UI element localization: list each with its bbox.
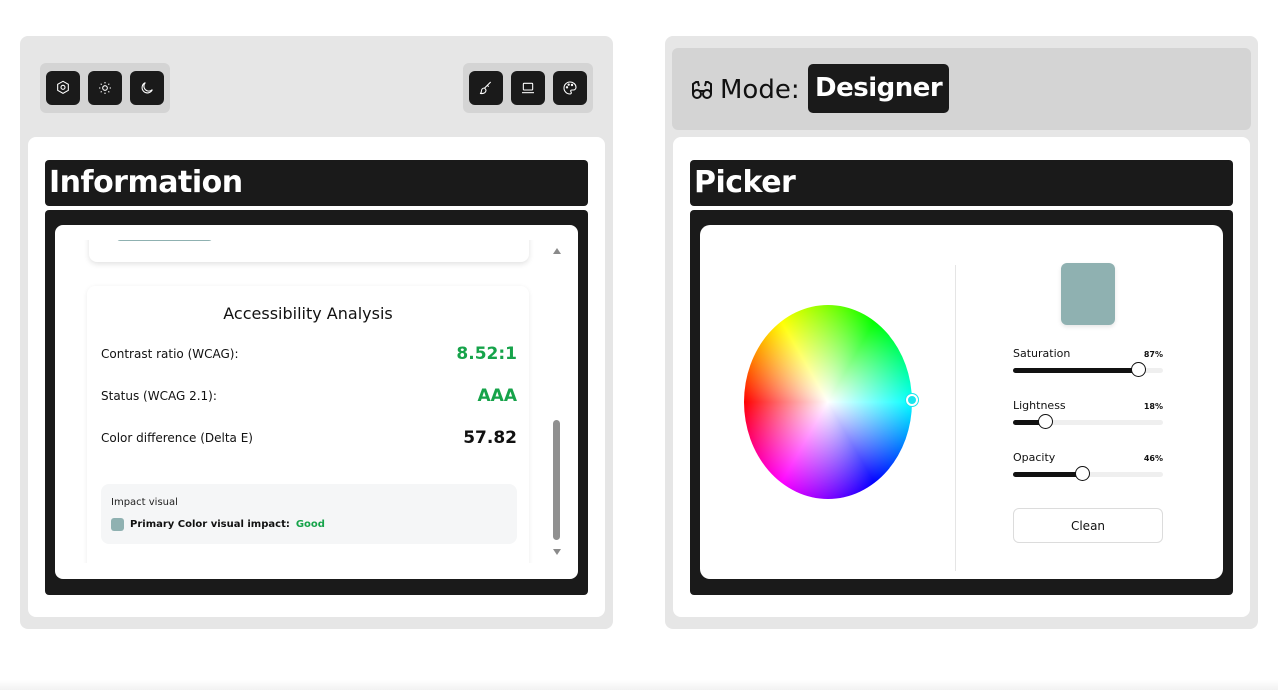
accessibility-title: Accessibility Analysis bbox=[223, 304, 393, 323]
lightness-slider: Lightness 18% bbox=[1013, 399, 1163, 429]
color-wheel-handle[interactable] bbox=[906, 394, 918, 406]
impact-label: Primary Color visual impact: bbox=[130, 519, 290, 530]
impact-box: Impact visual Primary Color visual impac… bbox=[101, 484, 517, 544]
sun-icon bbox=[99, 82, 111, 94]
saturation-track[interactable] bbox=[1013, 362, 1163, 377]
mode-label-group: Mode: bbox=[690, 75, 800, 105]
scroll-down-icon[interactable] bbox=[553, 549, 561, 555]
opacity-value: 46% bbox=[1143, 454, 1163, 463]
laptop-icon bbox=[522, 82, 534, 94]
picker-card: Picker Saturation 87% Lightness 18% Opac… bbox=[673, 137, 1250, 617]
information-card: Information Accessibility Analysis Contr… bbox=[28, 137, 605, 617]
palette-icon bbox=[563, 81, 577, 95]
saturation-label: Saturation bbox=[1013, 347, 1071, 360]
settings-button[interactable] bbox=[46, 71, 80, 105]
light-mode-button[interactable] bbox=[88, 71, 122, 105]
theme-toolbar bbox=[40, 63, 170, 113]
information-frame: Accessibility Analysis Contrast ratio (W… bbox=[45, 210, 588, 595]
opacity-fill bbox=[1013, 472, 1082, 477]
scroll-up-icon[interactable] bbox=[553, 248, 561, 254]
wcag-status-row: Status (WCAG 2.1): AAA bbox=[101, 386, 517, 406]
binoculars-icon bbox=[692, 81, 712, 99]
dark-mode-button[interactable] bbox=[130, 71, 164, 105]
information-title: Information bbox=[45, 160, 588, 206]
vertical-divider bbox=[955, 265, 956, 571]
page-bottom-edge bbox=[0, 680, 1278, 690]
accessibility-card: Accessibility Analysis Contrast ratio (W… bbox=[87, 286, 529, 563]
opacity-slider: Opacity 46% bbox=[1013, 451, 1163, 481]
page: Information Accessibility Analysis Contr… bbox=[0, 0, 1278, 690]
palette-button[interactable] bbox=[553, 71, 587, 105]
delta-e-label: Color difference (Delta E) bbox=[101, 431, 253, 445]
picker-panel: Mode: Designer Picker Saturation 87% Lig… bbox=[665, 36, 1258, 629]
impact-line: Primary Color visual impact: Good bbox=[111, 518, 325, 531]
laptop-button[interactable] bbox=[511, 71, 545, 105]
lightness-track[interactable] bbox=[1013, 414, 1163, 429]
contrast-ratio-row: Contrast ratio (WCAG): 8.52:1 bbox=[101, 344, 517, 364]
lightness-label: Lightness bbox=[1013, 399, 1066, 412]
picker-frame: Saturation 87% Lightness 18% Opacity 46%… bbox=[690, 210, 1233, 595]
picker-title: Picker bbox=[690, 160, 1233, 206]
wcag-status-value: AAA bbox=[477, 386, 517, 406]
mode-bar: Mode: Designer bbox=[672, 48, 1251, 130]
color-chip bbox=[117, 240, 212, 241]
opacity-label: Opacity bbox=[1013, 451, 1056, 464]
selected-color-swatch bbox=[1061, 263, 1115, 325]
brush-icon bbox=[479, 81, 492, 95]
opacity-knob[interactable] bbox=[1075, 466, 1090, 481]
scrollbar-thumb[interactable] bbox=[553, 420, 560, 540]
previous-card bbox=[89, 240, 529, 262]
picker-inner: Saturation 87% Lightness 18% Opacity 46%… bbox=[700, 225, 1223, 579]
information-scroll-area[interactable]: Accessibility Analysis Contrast ratio (W… bbox=[67, 240, 553, 563]
saturation-value: 87% bbox=[1143, 350, 1163, 359]
impact-title: Impact visual bbox=[111, 497, 178, 508]
information-panel: Information Accessibility Analysis Contr… bbox=[20, 36, 613, 629]
color-wheel-wrap bbox=[744, 305, 918, 499]
primary-color-swatch bbox=[111, 518, 124, 531]
delta-e-row: Color difference (Delta E) 57.82 bbox=[101, 428, 517, 448]
mode-toolbar bbox=[463, 63, 593, 113]
information-inner: Accessibility Analysis Contrast ratio (W… bbox=[55, 225, 578, 579]
mode-value-badge[interactable]: Designer bbox=[808, 64, 950, 113]
scrollbar[interactable] bbox=[550, 240, 564, 563]
brush-button[interactable] bbox=[469, 71, 503, 105]
opacity-track[interactable] bbox=[1013, 466, 1163, 481]
lightness-value: 18% bbox=[1143, 402, 1163, 411]
saturation-knob[interactable] bbox=[1130, 362, 1146, 377]
mode-label: Mode: bbox=[720, 75, 800, 105]
clean-button[interactable]: Clean bbox=[1013, 508, 1163, 543]
lightness-knob[interactable] bbox=[1037, 414, 1053, 429]
contrast-ratio-label: Contrast ratio (WCAG): bbox=[101, 347, 239, 361]
saturation-slider: Saturation 87% bbox=[1013, 347, 1163, 377]
contrast-ratio-value: 8.52:1 bbox=[456, 344, 517, 364]
settings-icon bbox=[57, 80, 69, 94]
moon-icon bbox=[141, 82, 153, 94]
saturation-fill bbox=[1013, 368, 1138, 373]
color-wheel[interactable] bbox=[744, 305, 912, 499]
impact-value: Good bbox=[295, 519, 325, 530]
wcag-status-label: Status (WCAG 2.1): bbox=[101, 389, 217, 403]
delta-e-value: 57.82 bbox=[463, 428, 517, 448]
